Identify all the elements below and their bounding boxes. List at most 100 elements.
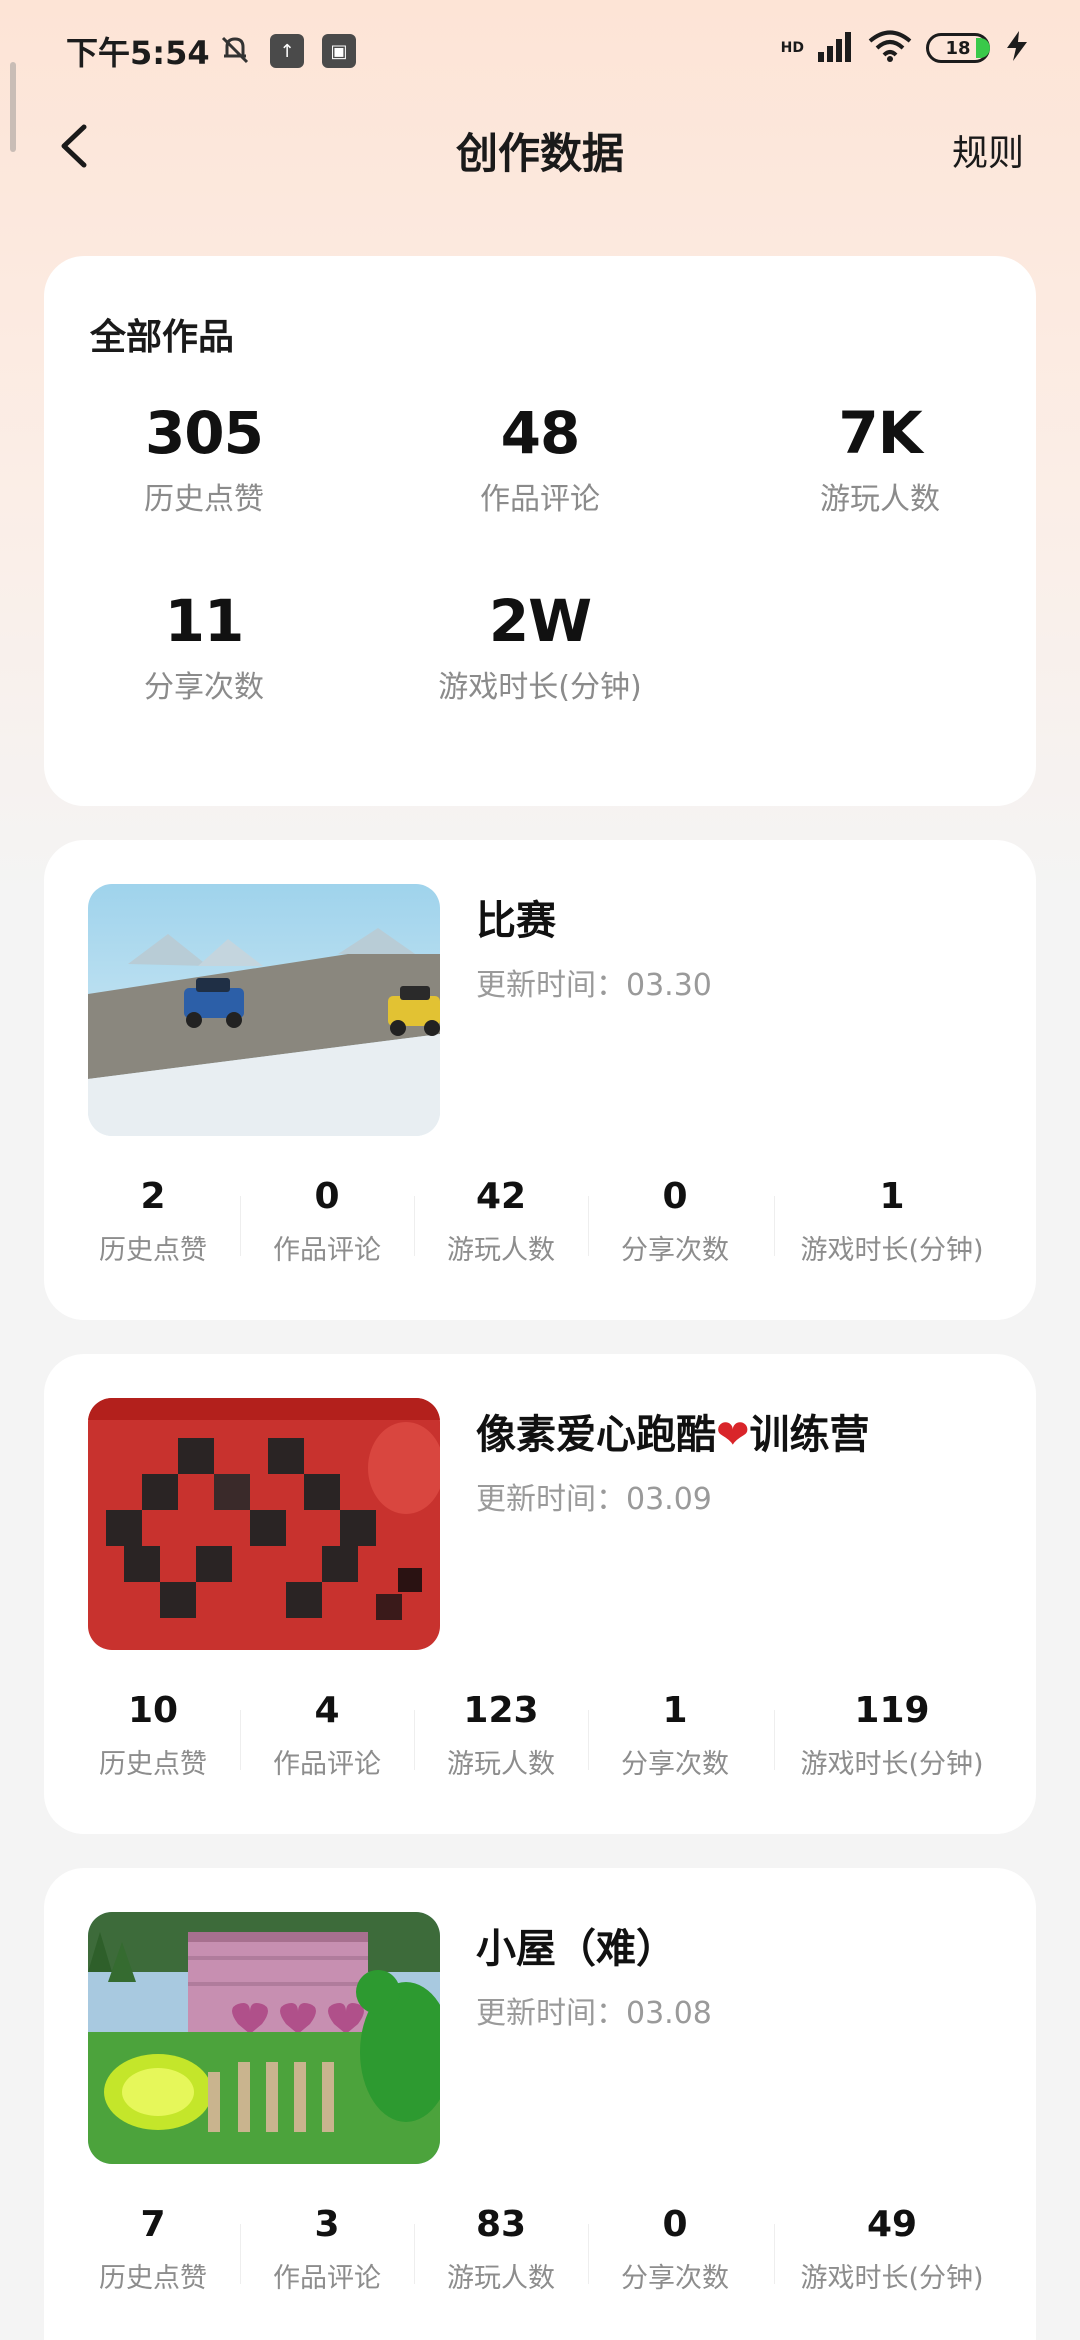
- work-stats: 7 历史点赞 3 作品评论 83 游玩人数 0 分享次数 49 游戏时长(分钟): [44, 2202, 1036, 2312]
- work-thumbnail[interactable]: [88, 1912, 440, 2164]
- stat-playtime: 2W 游戏时长(分钟): [390, 586, 690, 706]
- divider: [240, 2224, 241, 2284]
- work-stat-players: 83 游玩人数: [436, 2202, 566, 2295]
- stat-value: 10: [127, 1690, 179, 1731]
- stat-value: 2W: [488, 587, 592, 655]
- stat-value: 1: [879, 1176, 905, 1217]
- work-stat-shares: 0 分享次数: [610, 1174, 740, 1267]
- work-stat-players: 123 游玩人数: [436, 1688, 566, 1781]
- stat-likes: 305 历史点赞: [54, 398, 354, 518]
- work-stat-playtime: 49 游戏时长(分钟): [792, 2202, 992, 2295]
- stat-value: 7K: [838, 399, 922, 467]
- work-stat-shares: 1 分享次数: [610, 1688, 740, 1781]
- work-stat-likes: 10 历史点赞: [88, 1688, 218, 1781]
- battery-icon: 18: [926, 33, 990, 63]
- work-thumbnail[interactable]: [88, 1398, 440, 1650]
- stat-label: 作品评论: [273, 1749, 381, 1780]
- work-stats: 10 历史点赞 4 作品评论 123 游玩人数 1 分享次数 119 游戏时长(…: [44, 1688, 1036, 1798]
- page-title: 创作数据: [455, 129, 624, 178]
- stat-value: 3: [314, 2204, 340, 2245]
- work-title: 小屋（难）: [476, 1926, 676, 1972]
- app-notification-icon: ▣: [322, 34, 356, 68]
- work-stats: 2 历史点赞 0 作品评论 42 游玩人数 0 分享次数 1 游戏时长(分钟): [44, 1174, 1036, 1284]
- stat-value: 119: [854, 1690, 930, 1731]
- stat-label: 分享次数: [621, 1749, 729, 1780]
- work-title-text: 训练营: [749, 1412, 870, 1458]
- stat-label: 历史点赞: [144, 482, 264, 517]
- upload-icon: ↑: [270, 34, 304, 68]
- status-time: 下午5:54: [66, 34, 210, 72]
- stat-value: 123: [463, 1690, 539, 1731]
- work-updated-time: 更新时间：03.08: [476, 1996, 712, 2031]
- divider: [240, 1710, 241, 1770]
- stat-label: 游玩人数: [820, 482, 940, 517]
- stat-value: 83: [475, 2204, 527, 2245]
- stat-value: 4: [314, 1690, 340, 1731]
- stat-value: 49: [866, 2204, 918, 2245]
- work-title: 像素爱心跑酷❤训练营: [476, 1402, 870, 1460]
- network-type: HD: [780, 40, 804, 56]
- work-stat-comments: 3 作品评论: [262, 2202, 392, 2295]
- stat-label: 游玩人数: [447, 2263, 555, 2294]
- work-updated-time: 更新时间：03.30: [476, 968, 712, 1003]
- stat-label: 作品评论: [273, 1235, 381, 1266]
- stat-label: 分享次数: [621, 1235, 729, 1266]
- stat-value: 2: [140, 1176, 166, 1217]
- summary-card: 全部作品 305 历史点赞 48 作品评论 7K 游玩人数 11 分享次数 2W…: [44, 256, 1036, 806]
- divider: [414, 2224, 415, 2284]
- status-system-icons: HD 18: [781, 30, 1030, 66]
- stat-value: 7: [140, 2204, 166, 2245]
- work-updated-time: 更新时间：03.09: [476, 1482, 712, 1517]
- divider: [588, 2224, 589, 2284]
- stat-label: 分享次数: [621, 2263, 729, 2294]
- work-card[interactable]: 像素爱心跑酷❤训练营 更新时间：03.09 10 历史点赞 4 作品评论 123…: [44, 1354, 1036, 1834]
- stat-label: 游玩人数: [447, 1235, 555, 1266]
- stat-value: 1: [662, 1690, 688, 1731]
- rules-link[interactable]: 规则: [952, 124, 1024, 176]
- stat-value: 0: [314, 1176, 340, 1217]
- stat-value: 11: [164, 587, 245, 655]
- stat-players: 7K 游玩人数: [730, 398, 1030, 518]
- mute-bell-icon: [218, 32, 252, 70]
- stat-label: 游戏时长(分钟): [800, 2263, 984, 2294]
- stat-shares: 11 分享次数: [54, 586, 354, 706]
- stat-label: 历史点赞: [99, 1749, 207, 1780]
- work-card[interactable]: 比赛 更新时间：03.30 2 历史点赞 0 作品评论 42 游玩人数 0 分享…: [44, 840, 1036, 1320]
- stat-value: 0: [662, 2204, 688, 2245]
- work-stat-players: 42 游玩人数: [436, 1174, 566, 1267]
- work-stat-playtime: 119 游戏时长(分钟): [792, 1688, 992, 1781]
- work-stat-playtime: 1 游戏时长(分钟): [792, 1174, 992, 1267]
- divider: [414, 1196, 415, 1256]
- summary-title: 全部作品: [90, 317, 235, 358]
- charging-icon: [1004, 30, 1030, 66]
- stat-label: 游戏时长(分钟): [800, 1235, 984, 1266]
- stat-value: 0: [662, 1176, 688, 1217]
- battery-level: 18: [945, 37, 971, 59]
- divider: [414, 1710, 415, 1770]
- work-stat-likes: 2 历史点赞: [88, 1174, 218, 1267]
- divider: [588, 1710, 589, 1770]
- work-title: 比赛: [476, 898, 556, 944]
- work-stat-comments: 4 作品评论: [262, 1688, 392, 1781]
- stat-value: 305: [144, 399, 264, 467]
- status-notification-icons: ↑ ▣: [218, 32, 356, 70]
- stat-label: 作品评论: [480, 482, 600, 517]
- divider: [774, 1710, 775, 1770]
- divider: [774, 2224, 775, 2284]
- page: 下午5:54 ↑ ▣ HD 18 创作数据 规则 全部作品 305 历史点赞 4…: [0, 0, 1080, 2340]
- status-bar: 下午5:54 ↑ ▣ HD 18: [0, 0, 1080, 100]
- heart-icon: ❤: [716, 1412, 750, 1458]
- stat-label: 游玩人数: [447, 1749, 555, 1780]
- work-card[interactable]: 小屋（难） 更新时间：03.08 7 历史点赞 3 作品评论 83 游玩人数 0…: [44, 1868, 1036, 2340]
- stat-label: 历史点赞: [99, 1235, 207, 1266]
- work-thumbnail[interactable]: [88, 884, 440, 1136]
- work-stat-comments: 0 作品评论: [262, 1174, 392, 1267]
- stat-value: 48: [500, 399, 581, 467]
- signal-icon: [818, 30, 854, 66]
- stat-label: 游戏时长(分钟): [438, 670, 642, 705]
- divider: [588, 1196, 589, 1256]
- stat-label: 分享次数: [144, 670, 264, 705]
- stat-label: 历史点赞: [99, 2263, 207, 2294]
- divider: [774, 1196, 775, 1256]
- stat-comments: 48 作品评论: [390, 398, 690, 518]
